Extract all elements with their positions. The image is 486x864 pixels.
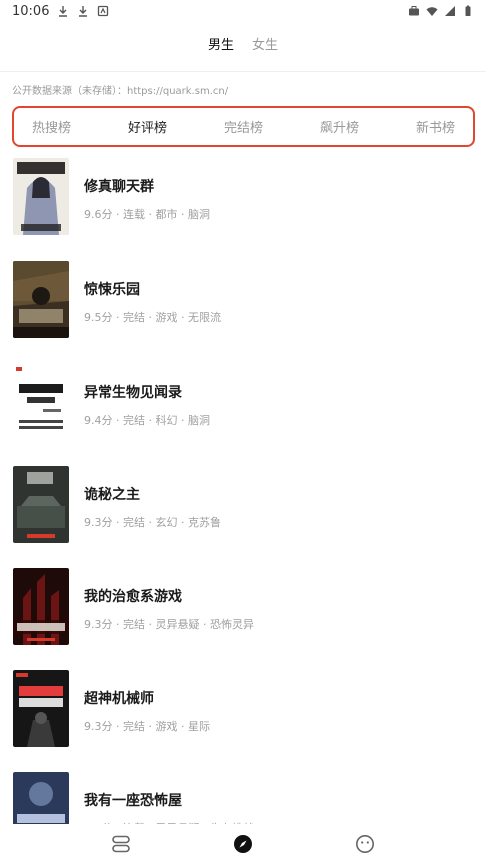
- tab-female[interactable]: 女生: [252, 34, 278, 58]
- book-title: 修真聊天群: [84, 179, 154, 195]
- book-title: 超神机械师: [84, 691, 154, 707]
- book-cover[interactable]: [13, 261, 69, 338]
- signal-icon: [445, 6, 455, 16]
- book-meta: 9.4分 · 完结 · 科幻 · 脑洞: [84, 414, 210, 427]
- status-left: 10:06: [12, 4, 109, 19]
- ranking-category-bar: 热搜榜 好评榜 完结榜 飙升榜 新书榜: [12, 106, 475, 147]
- book-cover[interactable]: [13, 670, 69, 747]
- download-icon: [79, 6, 88, 17]
- tab-male[interactable]: 男生: [208, 34, 234, 58]
- book-cover[interactable]: [13, 466, 69, 543]
- bookshelf-icon: [112, 835, 130, 853]
- book-meta: 9.3分 · 完结 · 游戏 · 星际: [84, 720, 210, 733]
- book-meta: 9.6分 · 连载 · 都市 · 脑洞: [84, 208, 210, 221]
- nav-bookshelf[interactable]: [109, 832, 133, 856]
- book-cover[interactable]: [13, 568, 69, 645]
- list-item[interactable]: 超神机械师 9.3分 · 完结 · 游戏 · 星际: [0, 670, 486, 762]
- list-item[interactable]: 惊悚乐园 9.5分 · 完结 · 游戏 · 无限流: [0, 261, 486, 353]
- category-top-rated[interactable]: 好评榜: [128, 117, 167, 136]
- book-title: 我有一座恐怖屋: [84, 793, 182, 809]
- book-title: 异常生物见闻录: [84, 385, 182, 401]
- book-title: 惊悚乐园: [84, 282, 140, 298]
- download-icon: [59, 6, 68, 17]
- category-hot-search[interactable]: 热搜榜: [32, 117, 71, 136]
- nav-discover[interactable]: [231, 832, 255, 856]
- book-meta: 9.5分 · 完结 · 游戏 · 无限流: [84, 311, 221, 324]
- gender-tabs: 男生 女生: [0, 34, 486, 58]
- book-title: 我的治愈系游戏: [84, 589, 182, 605]
- category-rising[interactable]: 飙升榜: [320, 117, 359, 136]
- battery-icon: [465, 5, 471, 16]
- status-right: [408, 5, 474, 17]
- wifi-icon: [426, 7, 438, 16]
- book-title: 诡秘之主: [84, 487, 140, 503]
- status-time: 10:06: [12, 3, 50, 19]
- list-item[interactable]: 异常生物见闻录 9.4分 · 完结 · 科幻 · 脑洞: [0, 364, 486, 456]
- status-bar: 10:06: [0, 0, 486, 22]
- source-note: 公开数据来源（未存储）：https://quark.sm.cn/: [12, 86, 229, 97]
- category-completed[interactable]: 完结榜: [224, 117, 263, 136]
- category-new-books[interactable]: 新书榜: [416, 117, 455, 136]
- header-divider: [0, 71, 486, 72]
- book-meta: 9.3分 · 完结 · 玄幻 · 克苏鲁: [84, 516, 221, 529]
- book-cover[interactable]: [13, 364, 69, 441]
- bottom-nav: [0, 824, 486, 864]
- book-meta: 9.3分 · 完结 · 灵异悬疑 · 恐怖灵异: [84, 618, 254, 631]
- nav-profile[interactable]: [353, 832, 377, 856]
- compass-icon: [234, 835, 252, 853]
- app-icon: [98, 5, 109, 17]
- smiley-icon: [356, 835, 374, 853]
- list-item[interactable]: 诡秘之主 9.3分 · 完结 · 玄幻 · 克苏鲁: [0, 466, 486, 558]
- book-cover[interactable]: [13, 158, 69, 235]
- list-item[interactable]: 我的治愈系游戏 9.3分 · 完结 · 灵异悬疑 · 恐怖灵异: [0, 568, 486, 660]
- list-item[interactable]: 修真聊天群 9.6分 · 连载 · 都市 · 脑洞: [0, 158, 486, 250]
- briefcase-icon: [409, 6, 419, 16]
